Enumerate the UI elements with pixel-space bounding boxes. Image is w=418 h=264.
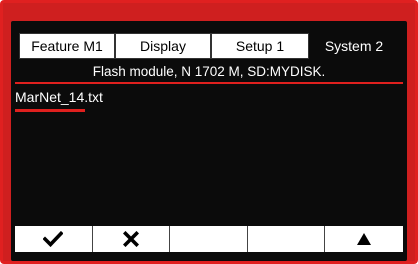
confirm-softkey[interactable] <box>15 226 93 252</box>
cancel-softkey[interactable] <box>93 226 171 252</box>
device-frame: Feature M1 Display Setup 1 System 2 Flas… <box>0 0 418 264</box>
tab-display[interactable]: Display <box>115 33 211 59</box>
selection-underline <box>15 109 85 112</box>
up-triangle-icon <box>357 233 372 245</box>
tab-feature-m1[interactable]: Feature M1 <box>19 33 115 59</box>
checkmark-icon <box>43 231 64 247</box>
tab-setup-1[interactable]: Setup 1 <box>211 33 309 59</box>
softkey-4[interactable] <box>248 226 326 252</box>
softkey-3[interactable] <box>170 226 248 252</box>
divider <box>15 82 403 84</box>
up-softkey[interactable] <box>325 226 403 252</box>
tab-system-2[interactable]: System 2 <box>309 33 399 59</box>
status-line: Flash module, N 1702 M, SD:MYDISK. <box>92 63 326 79</box>
display-screen: Feature M1 Display Setup 1 System 2 Flas… <box>11 21 407 261</box>
tab-bar: Feature M1 Display Setup 1 System 2 <box>19 33 399 59</box>
cross-icon <box>122 231 139 247</box>
softkey-bar <box>15 226 403 252</box>
file-list-item[interactable]: MarNet_14.txt <box>15 89 103 105</box>
